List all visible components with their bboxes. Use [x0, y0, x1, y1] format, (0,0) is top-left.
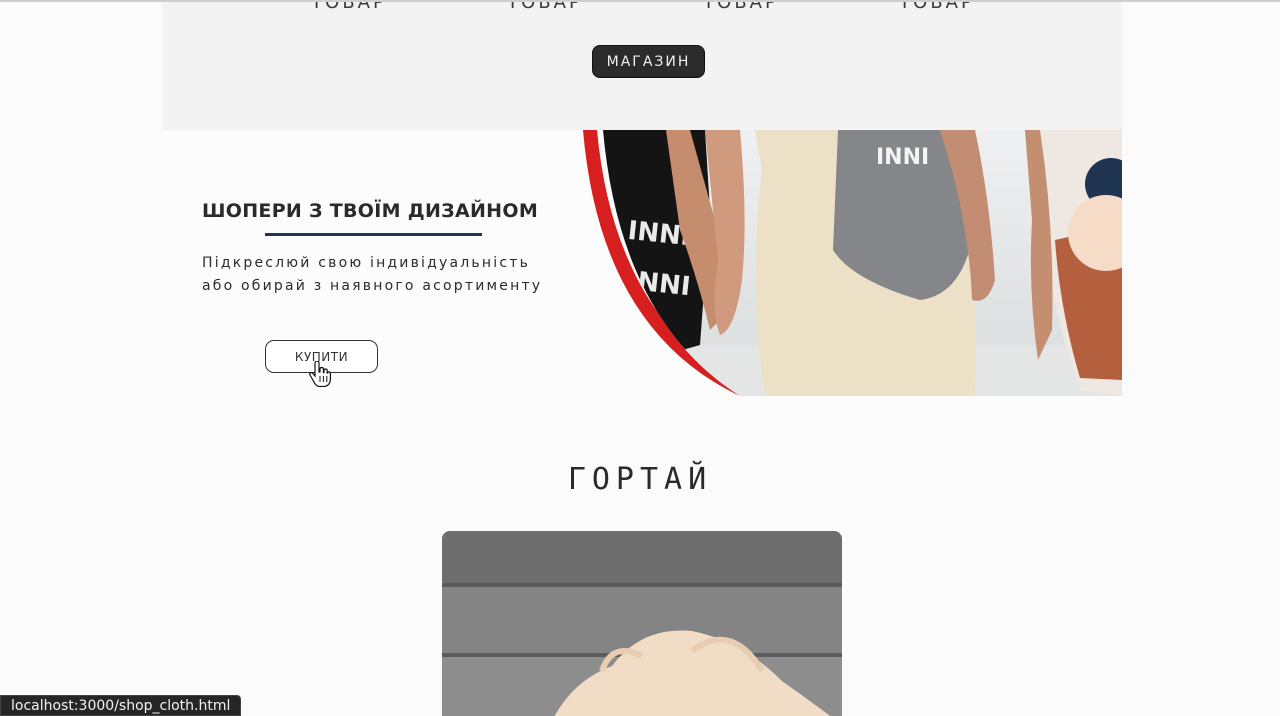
product-label[interactable]: ТОВАР — [691, 2, 791, 13]
gallery-image[interactable] — [442, 531, 842, 716]
gallery-photo — [442, 531, 842, 716]
hero-description-line: або обирай з наявного асортименту — [202, 278, 543, 294]
hero-title-underline — [265, 233, 482, 236]
browser-status-bar: localhost:3000/shop_cloth.html — [0, 695, 242, 716]
products-section: ТОВАР ТОВАР ТОВАР ТОВАР МАГАЗИН — [162, 2, 1122, 130]
hero-banner: ШОПЕРИ З ТВОЇМ ДИЗАЙНОМ Підкреслюй свою … — [162, 130, 1122, 396]
bag-print-text: INNI — [876, 145, 929, 170]
hero-description-line: Підкреслюй свою індивідуальність — [202, 255, 531, 271]
product-label[interactable]: ТОВАР — [299, 2, 399, 13]
shop-button[interactable]: МАГАЗИН — [592, 45, 705, 78]
gallery-title: ГОРТАЙ — [567, 462, 713, 497]
hero-description: Підкреслюй свою індивідуальність або оби… — [202, 252, 632, 298]
hero-title: ШОПЕРИ З ТВОЇМ ДИЗАЙНОМ — [202, 200, 539, 222]
hand-pointer-icon — [309, 361, 331, 387]
product-label[interactable]: ТОВАР — [887, 2, 987, 13]
product-label[interactable]: ТОВАР — [495, 2, 595, 13]
hero-photo: INNI INNI INNI — [583, 130, 1122, 396]
